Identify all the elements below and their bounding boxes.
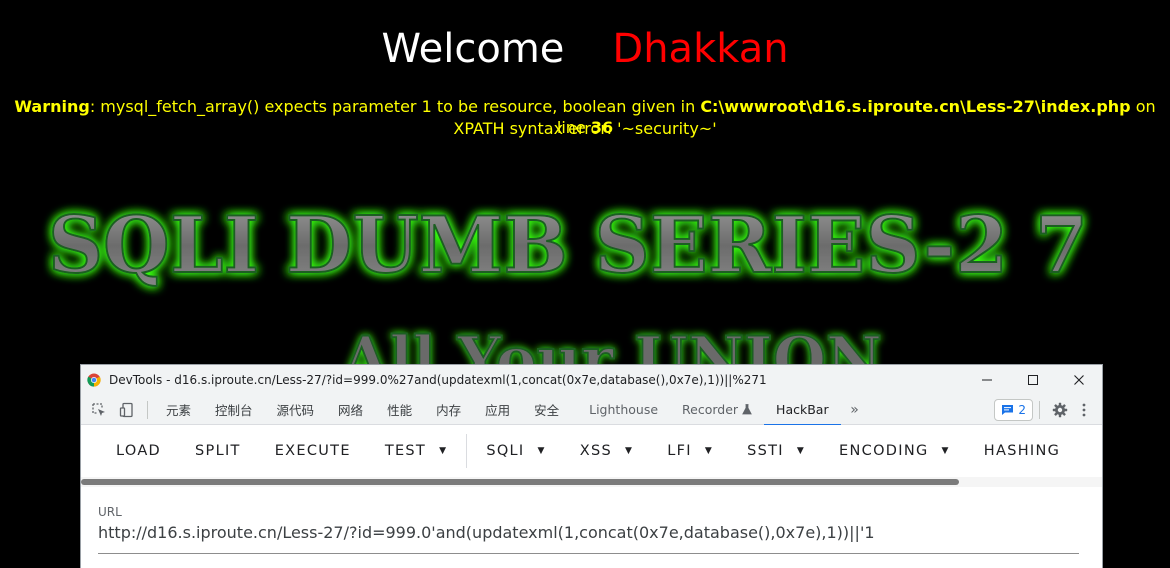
tabbar-divider: [147, 400, 148, 419]
more-options-button[interactable]: [1074, 395, 1094, 425]
minimize-button[interactable]: [964, 365, 1010, 395]
hashing-label: HASHING: [983, 443, 1061, 459]
encoding-label: ENCODING: [839, 443, 929, 459]
hackbar-toolbar: LOAD SPLIT EXECUTE TEST ▼ SQLI ▼ XSS ▼ LFI ▼…: [81, 425, 1102, 477]
banner-title-image: SQLI DUMB SERIES-2 7: [47, 199, 1089, 292]
encoding-menu-button[interactable]: ENCODING ▼: [822, 425, 967, 477]
devtools-tabbar: 元素 控制台 源代码 网络 性能 内存 应用 安全 Lighthouse Rec…: [81, 395, 1102, 426]
lfi-menu-button[interactable]: LFI ▼: [650, 425, 730, 477]
hackbar-divider: [466, 434, 468, 468]
url-underline: [98, 553, 1079, 554]
settings-button[interactable]: [1046, 395, 1074, 425]
chrome-icon: [87, 373, 101, 387]
url-input[interactable]: http://d16.s.iproute.cn/Less-27/?id=999.…: [98, 523, 875, 542]
warning-file: C:\wwwroot\d16.s.iproute.cn\Less-27\inde…: [700, 97, 1131, 116]
tab-lighthouse[interactable]: Lighthouse: [577, 395, 670, 425]
maximize-icon: [1028, 375, 1038, 385]
tab-application[interactable]: 应用: [473, 395, 522, 425]
welcome-text: Welcome: [381, 26, 565, 72]
tab-network[interactable]: 网络: [326, 395, 375, 425]
tab-console[interactable]: 控制台: [203, 395, 265, 425]
split-label: SPLIT: [195, 443, 241, 459]
execute-button[interactable]: EXECUTE: [258, 425, 368, 477]
devtools-title: DevTools - d16.s.iproute.cn/Less-27/?id=…: [109, 373, 767, 387]
user-name: Dhakkan: [612, 26, 789, 72]
tab-recorder-label: Recorder: [682, 402, 739, 417]
url-panel: URL http://d16.s.iproute.cn/Less-27/?id=…: [81, 487, 1102, 568]
inspect-element-icon: [92, 402, 105, 416]
issues-button[interactable]: 2: [994, 399, 1033, 421]
tab-memory[interactable]: 内存: [424, 395, 473, 425]
tabbar-right-divider: [1039, 401, 1040, 419]
tab-recorder[interactable]: Recorder: [670, 395, 764, 425]
tab-security[interactable]: 安全: [522, 395, 571, 425]
ssti-label: SSTI: [747, 443, 784, 459]
gear-icon: [1052, 402, 1068, 418]
tab-hackbar[interactable]: HackBar: [764, 395, 841, 426]
flask-icon: [742, 404, 752, 415]
lfi-label: LFI: [667, 443, 692, 459]
window-controls: [964, 365, 1102, 395]
devtools-titlebar[interactable]: DevTools - d16.s.iproute.cn/Less-27/?id=…: [81, 365, 1102, 395]
close-icon: [1074, 375, 1084, 385]
xss-label: XSS: [579, 443, 612, 459]
double-chevron-right-icon: »: [850, 401, 859, 418]
minimize-icon: [982, 379, 992, 381]
execute-label: EXECUTE: [274, 443, 351, 459]
maximize-button[interactable]: [1010, 365, 1056, 395]
caret-down-icon: ▼: [704, 446, 714, 456]
load-button[interactable]: LOAD: [99, 425, 178, 477]
sqli-label: SQLI: [486, 443, 525, 459]
scrollbar-thumb[interactable]: [81, 479, 959, 485]
tab-performance[interactable]: 性能: [375, 395, 424, 425]
welcome-heading: Welcome Dhakkan: [0, 24, 1170, 74]
more-tabs-button[interactable]: »: [841, 395, 869, 425]
inspect-button[interactable]: [85, 395, 113, 425]
test-menu-button[interactable]: TEST ▼: [368, 425, 465, 477]
ssti-menu-button[interactable]: SSTI ▼: [730, 425, 822, 477]
caret-down-icon: ▼: [941, 446, 950, 456]
load-label: LOAD: [116, 443, 162, 459]
issues-count: 2: [1018, 403, 1026, 417]
page: Welcome Dhakkan Warning: mysql_fetch_arra…: [0, 0, 1170, 568]
toolbar-scrollbar[interactable]: [81, 477, 1102, 487]
banner-title-text: SQLI DUMB SERIES-2 7: [48, 200, 1088, 291]
caret-down-icon: ▼: [439, 446, 448, 456]
device-toolbar-button[interactable]: [113, 395, 141, 425]
caret-down-icon: ▼: [537, 446, 546, 456]
tabbar-right: 2: [994, 395, 1094, 425]
test-label: TEST: [384, 443, 427, 459]
url-label: URL: [98, 505, 122, 519]
caret-down-icon: ▼: [796, 446, 806, 456]
split-button[interactable]: SPLIT: [178, 425, 258, 477]
vertical-dots-icon: [1082, 403, 1086, 417]
warning-message: : mysql_fetch_array() expects parameter …: [89, 97, 701, 116]
tab-sources[interactable]: 源代码: [265, 395, 327, 425]
sqli-menu-button[interactable]: SQLI ▼: [469, 425, 562, 477]
caret-down-icon: ▼: [624, 446, 634, 456]
close-button[interactable]: [1056, 365, 1102, 395]
xss-menu-button[interactable]: XSS ▼: [563, 425, 650, 477]
warning-label: Warning: [14, 97, 90, 116]
message-icon: [1002, 405, 1014, 415]
tab-elements[interactable]: 元素: [154, 395, 203, 425]
xpath-error: XPATH syntax error: '~security~': [453, 119, 717, 138]
devtools-window: DevTools - d16.s.iproute.cn/Less-27/?id=…: [80, 364, 1103, 568]
device-mode-icon: [119, 402, 133, 417]
hashing-menu-button[interactable]: HASHING: [967, 425, 1077, 477]
